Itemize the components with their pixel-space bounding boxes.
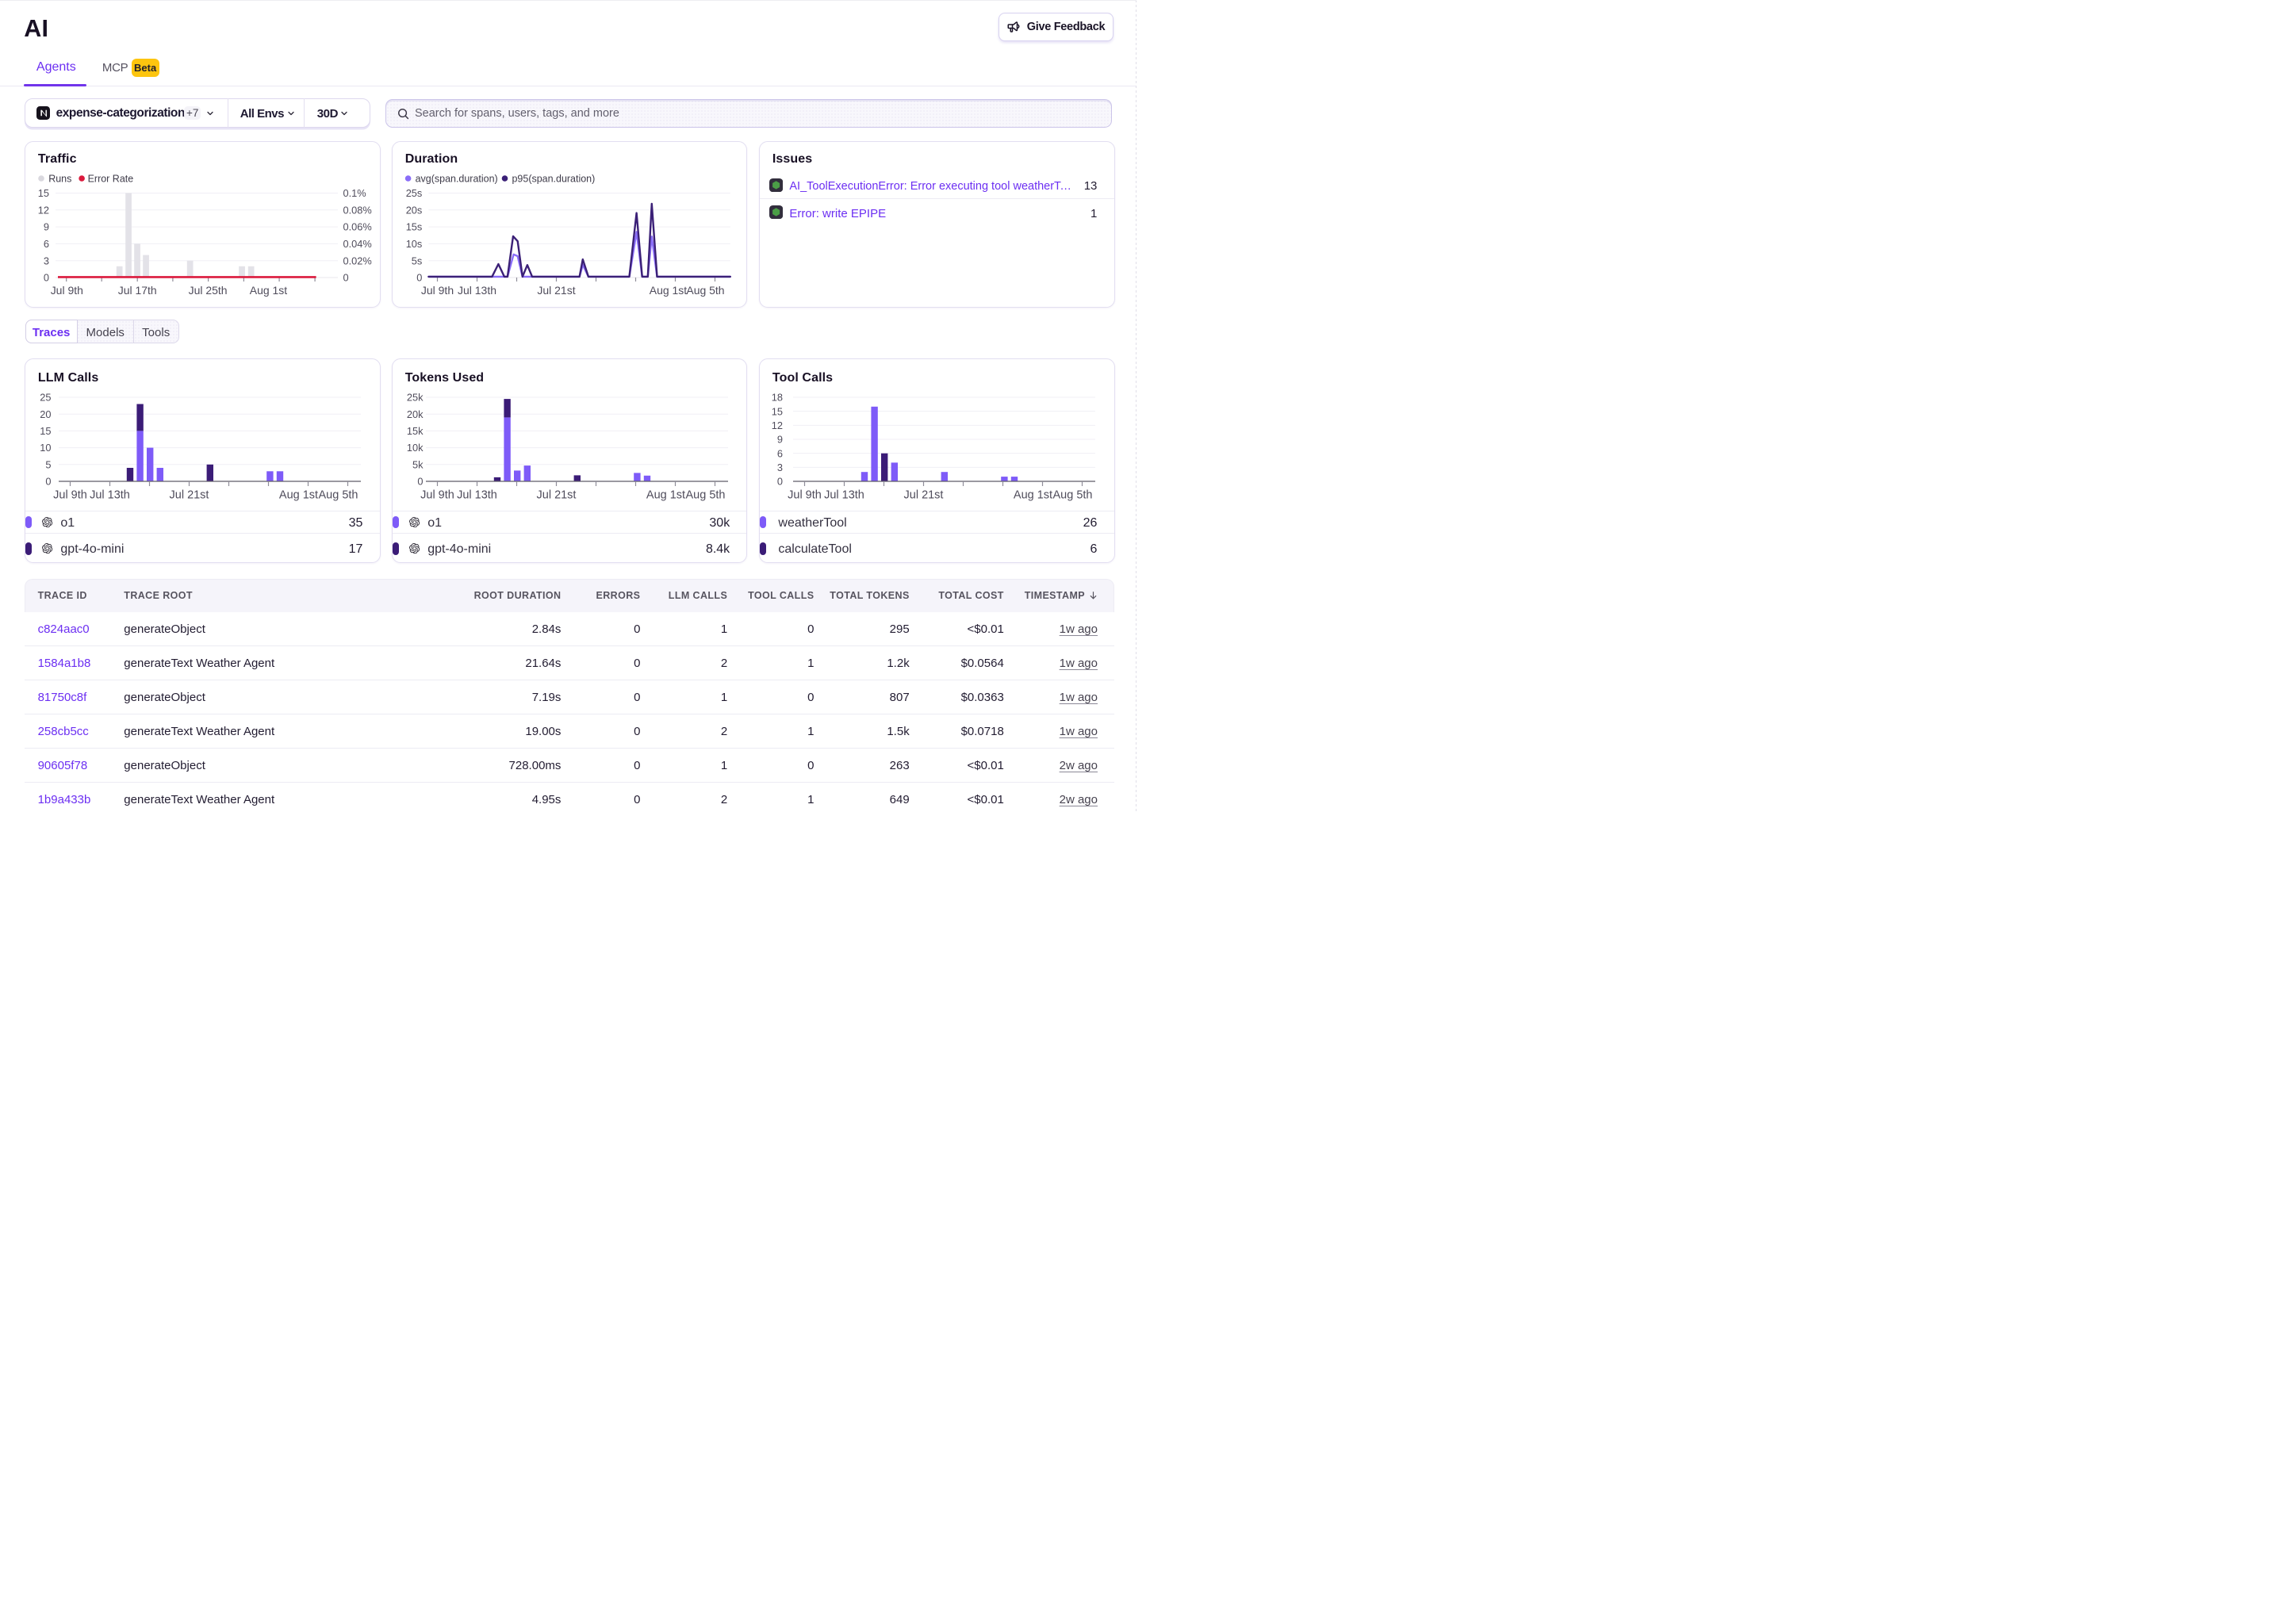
svg-text:Runs: Runs	[49, 173, 72, 184]
svg-text:Jul 21st: Jul 21st	[904, 488, 944, 501]
svg-text:Jul 13th: Jul 13th	[90, 488, 131, 501]
svg-text:Aug 5th: Aug 5th	[319, 488, 358, 501]
svg-text:p95(span.duration): p95(span.duration)	[512, 173, 596, 184]
svg-text:Jul 13th: Jul 13th	[457, 488, 497, 501]
svg-text:20: 20	[40, 408, 52, 420]
svg-text:5k: 5k	[412, 458, 424, 470]
svg-text:Jul 21st: Jul 21st	[538, 283, 576, 296]
svg-text:Aug 1st: Aug 1st	[279, 488, 318, 501]
svg-text:Aug 1st: Aug 1st	[1014, 488, 1052, 501]
svg-text:12: 12	[38, 204, 49, 216]
svg-text:Jul 9th: Jul 9th	[420, 488, 454, 501]
svg-text:9: 9	[777, 434, 783, 446]
svg-text:25: 25	[40, 392, 52, 404]
svg-text:3: 3	[777, 462, 783, 473]
svg-text:15k: 15k	[407, 425, 424, 437]
svg-text:15: 15	[38, 187, 49, 199]
svg-text:15: 15	[40, 425, 52, 437]
svg-text:15: 15	[772, 405, 783, 417]
svg-text:Jul 9th: Jul 9th	[54, 488, 88, 501]
svg-text:Aug 1st: Aug 1st	[646, 488, 685, 501]
svg-text:20s: 20s	[406, 204, 423, 216]
svg-text:18: 18	[772, 392, 783, 404]
svg-text:9: 9	[44, 220, 49, 232]
svg-text:12: 12	[772, 419, 783, 431]
svg-text:5s: 5s	[412, 255, 423, 266]
svg-text:6: 6	[44, 238, 49, 250]
svg-text:Jul 21st: Jul 21st	[170, 488, 209, 501]
svg-text:10k: 10k	[407, 442, 424, 454]
svg-text:0.06%: 0.06%	[343, 220, 372, 232]
svg-text:avg(span.duration): avg(span.duration)	[416, 173, 498, 184]
svg-text:0.08%: 0.08%	[343, 204, 372, 216]
svg-text:25k: 25k	[407, 392, 424, 404]
svg-text:0: 0	[777, 476, 783, 488]
svg-text:0.02%: 0.02%	[343, 255, 372, 266]
svg-text:Aug 5th: Aug 5th	[687, 283, 725, 296]
svg-text:15s: 15s	[406, 220, 423, 232]
svg-text:Aug 5th: Aug 5th	[686, 488, 726, 501]
svg-text:3: 3	[44, 255, 49, 266]
svg-text:10: 10	[40, 442, 52, 454]
svg-text:Jul 21st: Jul 21st	[537, 488, 577, 501]
svg-text:0: 0	[44, 271, 49, 283]
svg-text:0: 0	[46, 476, 52, 488]
svg-text:Aug 1st: Aug 1st	[250, 283, 288, 296]
svg-text:0: 0	[418, 476, 424, 488]
svg-text:Jul 17th: Jul 17th	[118, 283, 157, 296]
svg-text:20k: 20k	[407, 408, 424, 420]
svg-text:6: 6	[777, 447, 783, 459]
svg-text:Jul 13th: Jul 13th	[458, 283, 496, 296]
svg-text:Aug 5th: Aug 5th	[1053, 488, 1093, 501]
svg-text:5: 5	[46, 458, 52, 470]
svg-text:0.1%: 0.1%	[343, 187, 366, 199]
svg-text:Jul 25th: Jul 25th	[189, 283, 228, 296]
svg-text:Jul 9th: Jul 9th	[788, 488, 822, 501]
svg-text:0: 0	[343, 271, 349, 283]
svg-text:Aug 1st: Aug 1st	[650, 283, 688, 296]
svg-text:Jul 13th: Jul 13th	[825, 488, 865, 501]
svg-text:10s: 10s	[406, 238, 423, 250]
svg-text:25s: 25s	[406, 187, 423, 199]
svg-text:Jul 9th: Jul 9th	[51, 283, 83, 296]
svg-text:Error Rate: Error Rate	[88, 173, 134, 184]
svg-text:0: 0	[416, 271, 422, 283]
svg-text:Jul 9th: Jul 9th	[421, 283, 454, 296]
svg-text:0.04%: 0.04%	[343, 237, 372, 249]
